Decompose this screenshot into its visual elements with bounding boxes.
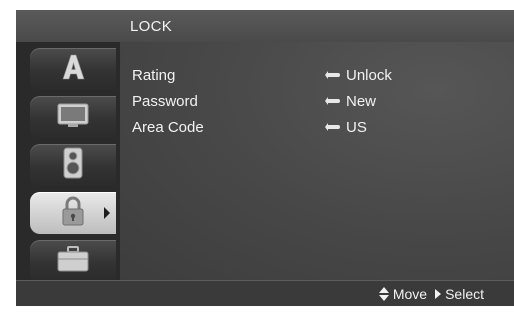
tab-others[interactable] (30, 240, 116, 282)
padlock-icon (60, 195, 86, 232)
navigation-hint: Move Select (378, 286, 484, 302)
pointer-arrow-icon (325, 123, 340, 131)
menu-item-password[interactable]: Password New (132, 93, 512, 113)
briefcase-others-icon (56, 245, 90, 278)
tab-lock[interactable] (30, 192, 116, 234)
settings-panel: Rating Unlock Password New Area Code US (120, 42, 514, 280)
up-down-arrows-icon (378, 287, 389, 301)
right-arrow-icon (435, 289, 442, 299)
tab-display[interactable] (30, 96, 116, 138)
display-tv-icon (56, 101, 90, 134)
active-tab-arrow-icon (104, 207, 110, 219)
menu-item-area-code[interactable]: Area Code US (132, 119, 512, 139)
select-hint-label: Select (445, 286, 484, 302)
menu-item-value: Unlock (346, 67, 392, 84)
tab-audio[interactable] (30, 144, 116, 186)
menu-item-rating[interactable]: Rating Unlock (132, 67, 512, 87)
header-bar: LOCK (16, 10, 514, 42)
audio-speaker-icon (62, 147, 84, 184)
page-title: LOCK (130, 18, 173, 35)
pointer-arrow-icon (325, 71, 340, 79)
sidebar (16, 42, 120, 282)
tab-language[interactable] (30, 48, 116, 90)
move-hint-label: Move (392, 286, 428, 302)
menu-item-label: Area Code (132, 119, 204, 136)
menu-item-value: New (346, 93, 377, 110)
menu-item-value: US (346, 119, 367, 136)
menu-item-label: Password (132, 93, 198, 110)
setup-menu-window: LOCK Rating Unlock Password New Area Cod… (16, 10, 514, 306)
footer-bar: Move Select (16, 280, 514, 306)
menu-item-label: Rating (132, 67, 176, 84)
pointer-arrow-icon (325, 97, 340, 105)
language-a-icon (58, 52, 88, 87)
